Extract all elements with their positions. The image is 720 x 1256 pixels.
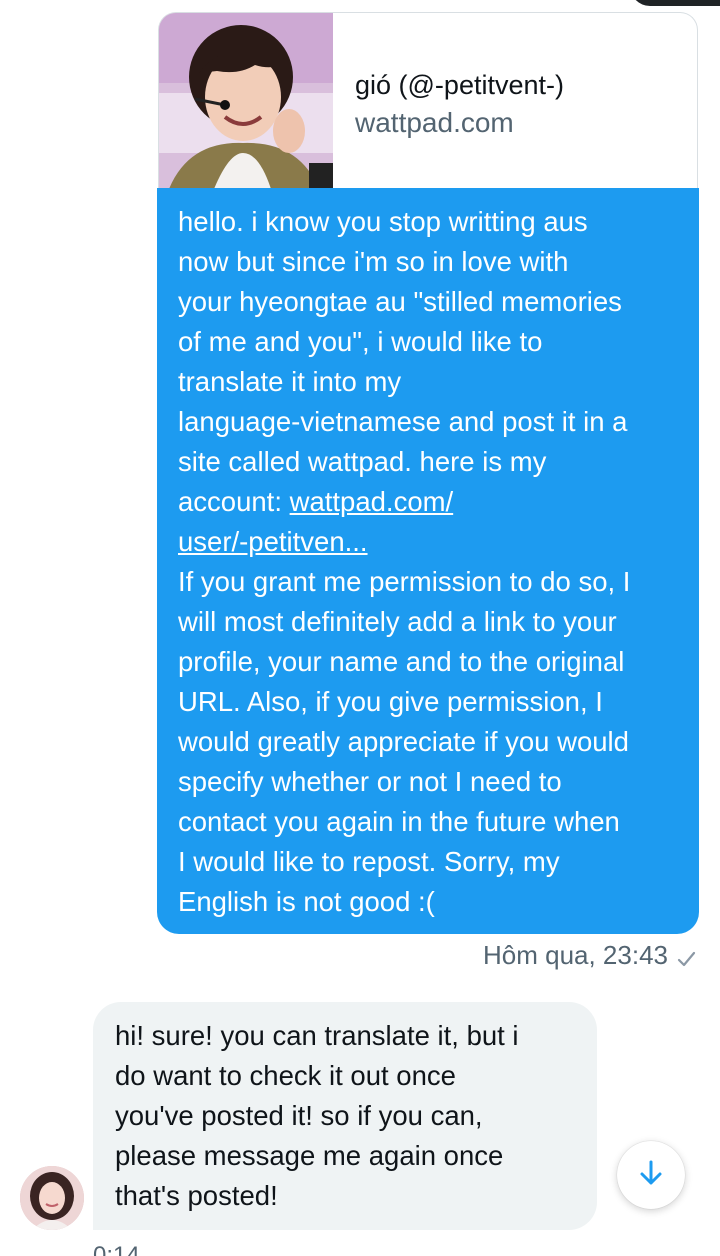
message-line: you've posted it! so if you can, — [115, 1100, 483, 1131]
link-preview-domain: wattpad.com — [355, 107, 514, 138]
message-line: specify whether or not I need to — [178, 766, 562, 797]
wattpad-link[interactable]: wattpad.com/ — [290, 486, 454, 517]
message-line: profile, your name and to the original — [178, 646, 625, 677]
message-line: If you grant me permission to do so, I — [178, 566, 631, 597]
top-corner-shape — [630, 0, 720, 6]
wattpad-link-continued[interactable]: user/-petitven... — [178, 526, 368, 557]
message-line-with-link: account: wattpad.com/ — [178, 482, 679, 522]
check-icon — [676, 945, 696, 967]
message-line: site called wattpad. here is my — [178, 446, 547, 477]
scroll-down-button[interactable] — [617, 1141, 685, 1209]
arrow-down-icon — [636, 1158, 666, 1193]
message-line: translate it into my — [178, 366, 402, 397]
received-timestamp: 0:14 — [93, 1242, 140, 1256]
link-preview-thumbnail — [159, 13, 333, 188]
message-line: of me and you", i would like to — [178, 326, 543, 357]
message-line: do want to check it out once — [115, 1060, 456, 1091]
avatar[interactable] — [20, 1166, 84, 1230]
message-line: URL. Also, if you give permission, I — [178, 686, 603, 717]
message-line: will most definitely add a link to your — [178, 606, 617, 637]
message-line: your hyeongtae au "stilled memories — [178, 286, 622, 317]
message-line: please message me again once — [115, 1140, 504, 1171]
message-line: language-vietnamese and post it in a — [178, 406, 628, 437]
sent-message-meta: Hôm qua, 23:43 — [483, 937, 696, 973]
message-line: I would like to repost. Sorry, my — [178, 846, 560, 877]
message-text: account: — [178, 486, 290, 517]
message-line-link: user/-petitven... — [178, 522, 679, 562]
message-line: would greatly appreciate if you would — [178, 726, 629, 757]
received-message-bubble[interactable]: hi! sure! you can translate it, but i do… — [93, 1002, 597, 1230]
link-preview-title: gió (@-petitvent-) — [355, 70, 564, 100]
message-line: contact you again in the future when — [178, 806, 620, 837]
message-line: hello. i know you stop writting aus — [178, 206, 588, 237]
message-line: English is not good :( — [178, 886, 435, 917]
link-preview-card[interactable]: gió (@-petitvent-) wattpad.com — [158, 12, 698, 188]
sent-message-bubble[interactable]: hello. i know you stop writting aus now … — [157, 188, 699, 934]
message-line: now but since i'm so in love with — [178, 246, 569, 277]
link-preview-text: gió (@-petitvent-) wattpad.com — [355, 67, 564, 143]
message-line: that's posted! — [115, 1180, 278, 1211]
message-line: hi! sure! you can translate it, but i — [115, 1020, 519, 1051]
sent-timestamp: Hôm qua, 23:43 — [482, 939, 668, 970]
